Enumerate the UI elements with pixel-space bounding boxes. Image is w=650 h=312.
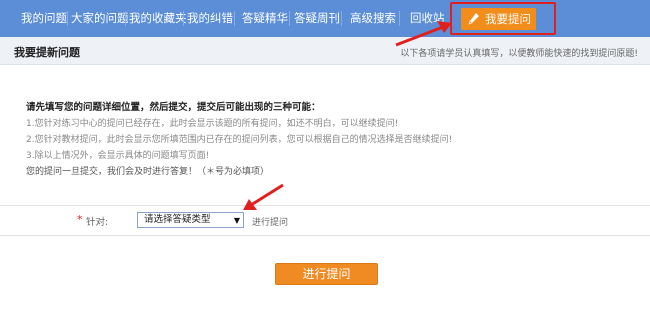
nav-item-favorites[interactable]: 我的收藏夹 [129, 0, 187, 37]
nav-item-advanced-search[interactable]: 高级搜索 [350, 0, 396, 37]
qa-type-select-value: 请选择答疑类型 [144, 214, 211, 225]
after-select-text: 进行提问 [252, 218, 289, 228]
annotation-highlight-box [450, 2, 556, 35]
nav-separator [399, 11, 400, 26]
instruction-line: 1.您针对练习中心的提问已经存在，此时会显示该题的所有提问，如还不明白，可以继续… [26, 119, 399, 129]
nav-separator [234, 11, 235, 26]
nav-item-qa-weekly[interactable]: 答疑周刊 [294, 0, 340, 37]
nav-item-my-questions[interactable]: 我的问题 [21, 0, 67, 37]
nav-separator [67, 11, 68, 26]
nav-separator [183, 11, 184, 26]
nav-separator [125, 11, 126, 26]
instructions-title: 请先填写您的问题详细位置，然后提交，提交后可能出现的三种可能： [26, 102, 321, 113]
target-field-label: 针对: [86, 217, 109, 228]
page-title: 我要提新问题 [14, 46, 80, 59]
required-mark: * [77, 213, 83, 226]
nav-item-qa-highlights[interactable]: 答疑精华 [242, 0, 288, 37]
top-nav-bar: 我的问题 大家的问题 我的收藏夹 我的纠错 答疑精华 答疑周刊 高级搜索 回收站… [0, 0, 650, 37]
instruction-line: 3.除以上情况外，会显示具体的问题填写页面! [26, 151, 210, 161]
nav-item-my-corrections[interactable]: 我的纠错 [187, 0, 233, 37]
qa-type-select[interactable]: 请选择答疑类型 ▼ [137, 212, 244, 228]
header-note: 以下各项请学员认真填写，以便教师能快速的找到提问原题! [400, 49, 638, 59]
nav-separator [289, 11, 290, 26]
nav-separator [341, 11, 342, 26]
instruction-line: 2.您针对教材提问，此时会显示您所填范围内已存在的提问列表，您可以根据自己的情况… [26, 135, 453, 145]
dropdown-arrow-icon: ▼ [233, 216, 240, 225]
page: 我的问题 大家的问题 我的收藏夹 我的纠错 答疑精华 答疑周刊 高级搜索 回收站… [0, 0, 650, 312]
nav-item-recycle-bin[interactable]: 回收站 [410, 0, 445, 37]
submit-question-button[interactable]: 进行提问 [275, 263, 378, 285]
nav-item-everyone-questions[interactable]: 大家的问题 [71, 0, 129, 37]
instructions-note: 您的提问一旦提交，我们会及时进行答复！（＊号为必填项） [26, 167, 270, 177]
